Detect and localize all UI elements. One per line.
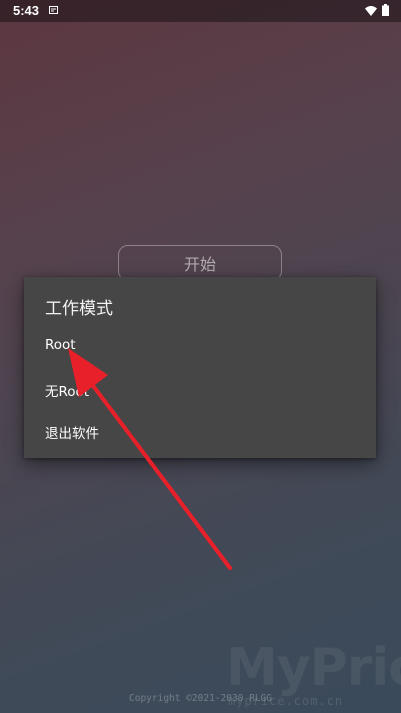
option-root[interactable]: Root [45,337,76,353]
work-mode-dialog: 工作模式 Root 无Root 退出软件 [24,277,376,458]
dialog-title: 工作模式 [45,299,113,319]
status-bar: 5:43 [0,0,401,22]
copyright-text: Copyright ©2021-2030 RLGG [129,693,272,704]
start-button[interactable]: 开始 [118,245,282,281]
battery-icon [382,4,389,16]
option-no-root[interactable]: 无Root [45,380,89,400]
watermark-logo: MyPrice [226,638,401,698]
status-time: 5:43 [13,3,40,18]
option-exit-app[interactable]: 退出软件 [45,422,99,442]
notification-icon [49,6,58,14]
wifi-icon [365,6,377,16]
